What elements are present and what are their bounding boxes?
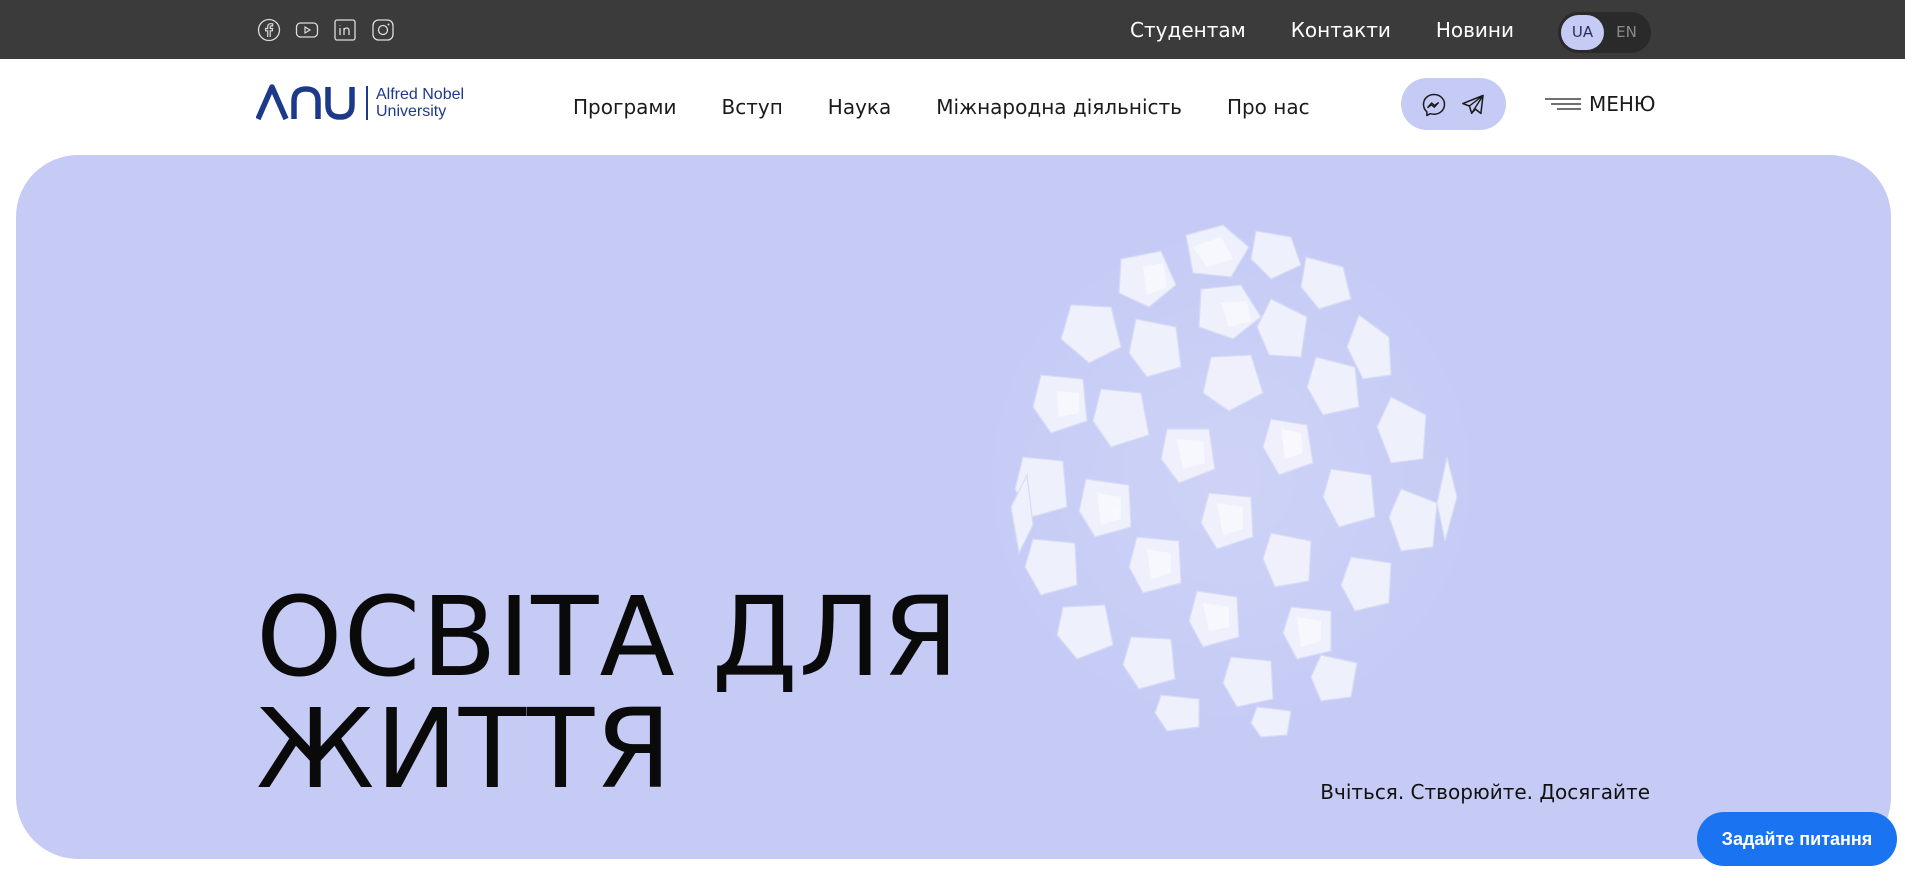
top-link-students[interactable]: Студентам [1130, 18, 1246, 42]
youtube-icon[interactable] [295, 18, 319, 42]
nav-item-international[interactable]: Міжнародна діяльність [936, 95, 1182, 119]
language-ua[interactable]: UA [1561, 15, 1604, 50]
instagram-icon[interactable] [371, 18, 395, 42]
messenger-icon[interactable] [1421, 92, 1447, 118]
anu-logo-mark [256, 84, 355, 121]
ask-question-button[interactable]: Задайте питання [1697, 812, 1897, 866]
nav-item-about[interactable]: Про нас [1227, 95, 1310, 119]
menu-button[interactable]: МЕНЮ [1545, 89, 1656, 119]
logo-text: Alfred Nobel University [376, 86, 464, 120]
hero-title: ОСВІТА ДЛЯ ЖИТТЯ [256, 581, 1156, 805]
logo-line-1: Alfred Nobel [376, 86, 465, 103]
hero-title-line-2: ЖИТТЯ [256, 685, 673, 813]
hero-title-line-1: ОСВІТА ДЛЯ [256, 573, 960, 701]
language-en[interactable]: EN [1605, 15, 1648, 50]
nav-item-programs[interactable]: Програми [573, 95, 677, 119]
menu-label: МЕНЮ [1589, 92, 1656, 116]
messenger-buttons [1401, 78, 1506, 130]
top-link-contacts[interactable]: Контакти [1291, 18, 1391, 42]
language-switcher: UA EN [1558, 12, 1651, 53]
anu-logo[interactable]: Alfred Nobel University [256, 83, 476, 123]
social-links [257, 18, 395, 42]
nav-item-science[interactable]: Наука [828, 95, 891, 119]
hero-tagline: Вчіться. Створюйте. Досягайте [1320, 780, 1650, 804]
linkedin-icon[interactable] [333, 18, 357, 42]
facebook-icon[interactable] [257, 18, 281, 42]
telegram-icon[interactable] [1460, 92, 1486, 118]
hero-banner: ОСВІТА ДЛЯ ЖИТТЯ Вчіться. Створюйте. Дос… [16, 155, 1891, 859]
hamburger-icon [1545, 98, 1581, 110]
main-nav: Програми Вступ Наука Міжнародна діяльніс… [573, 59, 1310, 155]
main-header: Alfred Nobel University Програми Вступ Н… [0, 59, 1905, 155]
top-link-news[interactable]: Новини [1436, 18, 1514, 42]
top-bar: Студентам Контакти Новини UA EN [0, 0, 1905, 59]
logo-line-2: University [376, 103, 447, 120]
top-links: Студентам Контакти Новини [1130, 0, 1514, 59]
nav-item-admission[interactable]: Вступ [722, 95, 783, 119]
logo-divider [366, 86, 368, 120]
